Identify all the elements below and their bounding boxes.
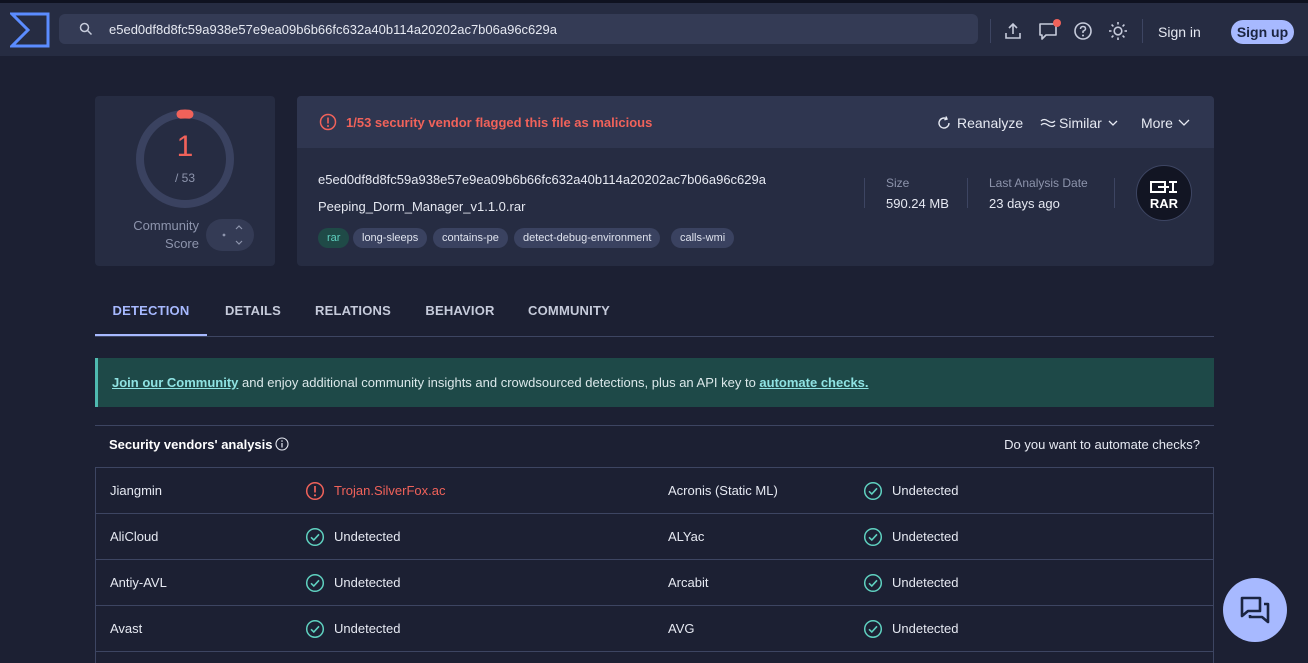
tag-long-sleeps[interactable]: long-sleeps	[353, 228, 428, 248]
vendor-name: Arcabit	[668, 575, 709, 590]
join-community-link[interactable]: Join our Community	[112, 375, 238, 390]
check-circle-icon	[863, 481, 883, 501]
size-label: Size	[886, 176, 910, 190]
community-score-label: Community Score	[133, 218, 199, 251]
more-dropdown[interactable]: More	[1141, 114, 1201, 132]
tab-relations[interactable]: RELATIONS	[307, 290, 399, 336]
detection-count: 1	[176, 130, 194, 163]
vendor-result: Undetected	[892, 529, 959, 544]
file-hash[interactable]: e5ed0df8d8fc59a938e57e9ea09b6b66fc632a40…	[318, 172, 766, 187]
divider	[990, 19, 991, 43]
divider	[1114, 178, 1115, 208]
automate-checks-link[interactable]: automate checks.	[759, 375, 868, 390]
theme-icon[interactable]	[1108, 21, 1128, 41]
detection-score-card: 1 / 53 Community Score	[95, 96, 275, 266]
vendors-header: Security vendors' analysis Do you want t…	[95, 425, 1214, 468]
chat-icon	[1240, 596, 1270, 624]
vendor-name: ALYac	[668, 529, 705, 544]
table-row: Antiy-AVL Undetected Arcabit Undetected	[96, 560, 1213, 606]
vendor-result: Undetected	[892, 483, 959, 498]
tag-rar[interactable]: rar	[318, 228, 350, 248]
sign-in-button[interactable]: Sign in	[1158, 21, 1201, 43]
check-circle-icon	[305, 619, 325, 639]
vendor-result: Undetected	[892, 621, 959, 636]
search-bar[interactable]	[59, 14, 978, 44]
tab-bar: DETECTION DETAILS RELATIONS BEHAVIOR COM…	[95, 290, 1214, 337]
vendor-result: Undetected	[334, 621, 401, 636]
table-row: AliCloud Undetected ALYac Undetected	[96, 514, 1213, 560]
help-icon[interactable]	[1073, 21, 1093, 41]
check-circle-icon	[305, 573, 325, 593]
chat-button[interactable]	[1223, 578, 1287, 642]
chevron-down-icon	[1108, 120, 1118, 126]
info-icon[interactable]	[275, 437, 289, 451]
vendor-name: Antiy-AVL	[110, 575, 167, 590]
vendor-name: Acronis (Static ML)	[668, 483, 778, 498]
virustotal-logo-icon[interactable]	[10, 10, 50, 50]
top-bar: Sign in Sign up	[0, 0, 1308, 56]
table-row: Jiangmin Trojan.SilverFox.ac Acronis (St…	[96, 468, 1213, 514]
upload-icon[interactable]	[1003, 21, 1023, 41]
similar-dropdown[interactable]: Similar	[1040, 114, 1130, 132]
check-circle-icon	[863, 619, 883, 639]
refresh-icon	[938, 116, 950, 129]
file-type-label: RAR	[1149, 196, 1179, 211]
community-score-widget[interactable]	[206, 219, 254, 251]
vendor-result: Undetected	[892, 575, 959, 590]
last-analysis-value: 23 days ago	[989, 196, 1060, 211]
search-icon	[79, 22, 93, 36]
check-circle-icon	[863, 573, 883, 593]
automate-checks-question[interactable]: Do you want to automate checks?	[1004, 437, 1200, 452]
reanalyze-button[interactable]: Reanalyze	[937, 114, 1037, 132]
vendor-name: Jiangmin	[110, 483, 163, 498]
notification-dot	[1053, 19, 1061, 27]
divider	[1142, 19, 1143, 43]
vendor-name: AliCloud	[110, 529, 159, 544]
tag-detect-debug-environment[interactable]: detect-debug-environment	[514, 228, 661, 248]
summary-header: 1/53 security vendor flagged this file a…	[297, 96, 1214, 148]
malicious-flag-text: 1/53 security vendor flagged this file a…	[346, 115, 653, 130]
file-type-badge: RAR	[1136, 165, 1192, 221]
file-summary-card: 1/53 security vendor flagged this file a…	[297, 96, 1214, 266]
vendors-title: Security vendors' analysis	[109, 437, 273, 452]
tag-calls-wmi[interactable]: calls-wmi	[671, 228, 735, 248]
check-circle-icon	[305, 527, 325, 547]
size-value: 590.24 MB	[886, 196, 949, 211]
similar-icon	[1040, 118, 1056, 128]
file-name: Peeping_Dorm_Manager_v1.1.0.rar	[318, 199, 526, 214]
vendor-name: Avast	[110, 621, 143, 636]
divider	[864, 178, 865, 208]
vendors-table: Jiangmin Trojan.SilverFox.ac Acronis (St…	[95, 467, 1214, 663]
community-banner: Join our Community and enjoy additional …	[95, 358, 1214, 407]
vendor-result: Undetected	[334, 575, 401, 590]
search-input[interactable]	[109, 14, 959, 44]
sign-up-button[interactable]: Sign up	[1231, 20, 1294, 44]
tab-details[interactable]: DETAILS	[217, 290, 289, 336]
vendor-result[interactable]: Trojan.SilverFox.ac	[334, 483, 446, 498]
tab-behavior[interactable]: BEHAVIOR	[417, 290, 503, 336]
last-analysis-label: Last Analysis Date	[989, 176, 1088, 190]
banner-text: Join our Community and enjoy additional …	[112, 375, 869, 390]
vendor-total: / 53	[174, 171, 195, 185]
vote-arrows-icon	[222, 225, 243, 245]
table-row: Avast Undetected AVG Undetected	[96, 606, 1213, 652]
vendor-result: Undetected	[334, 529, 401, 544]
vendor-name: AVG	[668, 621, 695, 636]
chevron-down-icon	[1178, 119, 1190, 126]
tab-detection[interactable]: DETECTION	[95, 290, 207, 336]
tab-community[interactable]: COMMUNITY	[521, 290, 617, 336]
tag-contains-pe[interactable]: contains-pe	[433, 228, 508, 248]
alert-circle-icon	[319, 113, 337, 131]
alert-circle-icon	[305, 481, 325, 501]
check-circle-icon	[863, 527, 883, 547]
divider	[967, 178, 968, 208]
